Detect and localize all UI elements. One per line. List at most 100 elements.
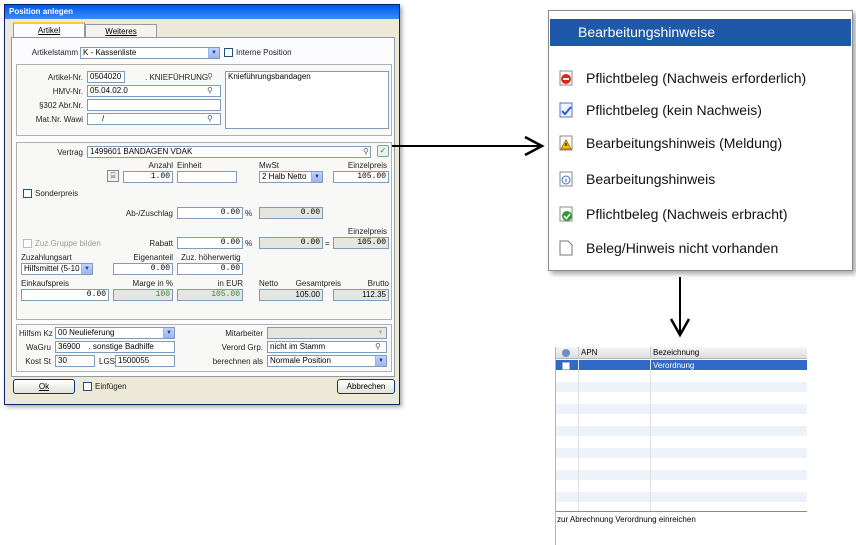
empty-row [556,459,807,470]
column-divider [650,360,651,511]
tab-weiteres[interactable]: Weiteres [85,24,157,38]
brutto-field: 112.35 [333,289,389,301]
artikel-group: Artikel-Nr. 0504020 . KNIEFÜHRUNG ⚲ HMV-… [16,64,392,136]
brutto-label: Brutto [367,279,389,288]
zuz-gruppe-label: Zuz.Gruppe bilden [35,239,101,248]
mitarbeiter-select[interactable]: ▼ [267,327,387,339]
zuz-hoeher-field[interactable]: 0.00 [177,263,243,275]
einzelpreis-field[interactable]: 105.00 [333,171,389,183]
menu-header: Bearbeitungshinweise [550,19,851,46]
lookup-icon[interactable]: ⚲ [375,342,381,351]
table-row[interactable]: Verordnung [556,360,807,371]
empty-row [556,481,807,492]
column-header-bezeichnung[interactable]: Bezeichnung [650,347,699,359]
belege-grid: APN Bezeichnung Verordnung zur Abrechnun… [555,347,807,545]
empty-row [556,448,807,459]
anzahl-label: Anzahl [148,161,173,170]
gesamtpreis-label: Gesamtpreis [295,279,341,288]
grid-footer-text: zur Abrechnung Verordnung einreichen [556,511,807,545]
row-bezeichnung: Verordnung [650,360,694,371]
hmv-nr-field[interactable]: 05.04.02.0 [87,85,221,97]
empty-row [556,426,807,437]
einkaufspreis-field[interactable]: 0.00 [21,289,109,301]
zahlungsart-select[interactable]: Hilfsmittel (5-10 ▼ [21,263,93,275]
einheit-field[interactable] [177,171,237,183]
rabatt-result: 0.00 [259,237,323,249]
mwst-select[interactable]: 2 Halb Netto ▼ [259,171,323,183]
column-header-apn[interactable]: APN [578,347,650,359]
wagru-field[interactable]: 36900 . sonstige Badhilfe [55,341,175,353]
marge-field: 100 [113,289,173,301]
hilfsm-kz-label: Hilfsm Kz [19,329,53,338]
marge-label: Marge in % [132,279,173,288]
tab-artikel[interactable]: Artikel [13,22,85,37]
zuz-hoeher-label: Zuz. höherwertig [181,253,241,262]
mat-nr-label: Mat.Nr. Wawi [35,115,83,124]
netto-field: 105.00 [259,289,323,301]
netto-label: Netto [259,279,279,288]
artikel-nr-label: Artikel-Nr. [47,73,83,82]
chevron-down-icon: ▼ [208,48,219,58]
contract-info-icon[interactable]: ✓ [377,145,389,157]
sonderpreis-checkbox[interactable] [23,189,32,198]
abbrechen-button[interactable]: Abbrechen [337,379,395,394]
einfuegen-checkbox[interactable] [83,382,92,391]
artikelstamm-select[interactable]: K - Kassenliste ▼ [80,47,220,59]
wagru-label: WaGru [25,343,51,352]
empty-row [556,393,807,404]
grid-header: APN Bezeichnung [556,347,807,359]
arrow-down-icon [669,277,691,338]
eigenanteil-field[interactable]: 0.00 [113,263,173,275]
eigenanteil-label: Eigenanteil [133,253,173,262]
kost-st-field[interactable]: 30 [55,355,95,367]
lookup-icon[interactable]: ⚲ [363,147,369,156]
hilfsm-kz-select[interactable]: 00 Neulieferung ▼ [55,327,175,339]
mat-nr-field[interactable]: / [87,113,221,125]
mwst-label: MwSt [259,161,279,170]
in-eur-label: in EUR [217,279,243,288]
interne-position-checkbox[interactable] [224,48,233,57]
empty-row [556,437,807,448]
ab-zuschlag-field[interactable]: 0.00 [177,207,243,219]
percent-sign: % [245,209,253,218]
verord-grp-label: Verord Grp. [221,343,263,352]
doc-check-blue-icon [559,102,573,118]
rabatt-field[interactable]: 0.00 [177,237,243,249]
hmv-nr-label: HMV-Nr. [52,87,83,96]
position-anlegen-dialog: Position anlegen Artikel Weiteres Artike… [4,4,400,405]
ab-zuschlag-label: Ab-/Zuschlag [125,209,173,218]
doc-icon [562,362,570,370]
artikel-nr-field[interactable]: 0504020 [87,71,125,83]
tab-panel: Artikelstamm K - Kassenliste ▼ Interne Po… [11,37,395,377]
arrow-right-icon [392,135,545,157]
empty-row [556,382,807,393]
rabatt-label: Rabatt [149,239,173,248]
dialog-title: Position anlegen [5,5,399,19]
vertrag-field[interactable]: 1499601 BANDAGEN VDAK [87,146,371,158]
chevron-down-icon: ▼ [163,328,174,338]
chevron-down-icon: ▼ [311,172,322,182]
lgs-field[interactable]: 1500055 [115,355,175,367]
artikel-kurz-text: . KNIEFÜHRUNG [145,73,209,82]
doc-check-green-icon [559,206,573,222]
chevron-down-icon: ▼ [375,356,386,366]
bearbeitungshinweise-menu: Bearbeitungshinweise Pflichtbeleg (Nachw… [548,10,853,271]
berechnen-select[interactable]: Normale Position ▼ [267,355,387,367]
zusatz-group: Hilfsm Kz 00 Neulieferung ▼ Mitarbeiter ▼… [16,324,392,372]
abr-nr-label: §302 Abr.Nr. [38,101,83,110]
doc-warning-icon [559,135,573,151]
ok-button[interactable]: Ok [13,379,75,394]
anzahl-field[interactable]: 1.00 [123,171,173,183]
zuz-gruppe-checkbox[interactable] [23,239,32,248]
lookup-icon[interactable]: ⚲ [207,86,213,95]
lookup-icon[interactable]: ⚲ [207,72,213,81]
preis-group: Vertrag 1499601 BANDAGEN VDAK ⚲ ✓ Anzahl… [16,142,392,320]
calculator-icon[interactable]: ⌸ [107,170,119,182]
red-stop-icon [559,70,573,86]
verord-grp-field[interactable]: nicht im Stamm [267,341,387,353]
bezeichnung-textarea[interactable]: Knieführungsbandagen [225,71,389,129]
lookup-icon[interactable]: ⚲ [207,114,213,123]
status-column-icon [562,349,570,357]
mitarbeiter-label: Mitarbeiter [225,329,263,338]
abr-nr-field[interactable] [87,99,221,111]
